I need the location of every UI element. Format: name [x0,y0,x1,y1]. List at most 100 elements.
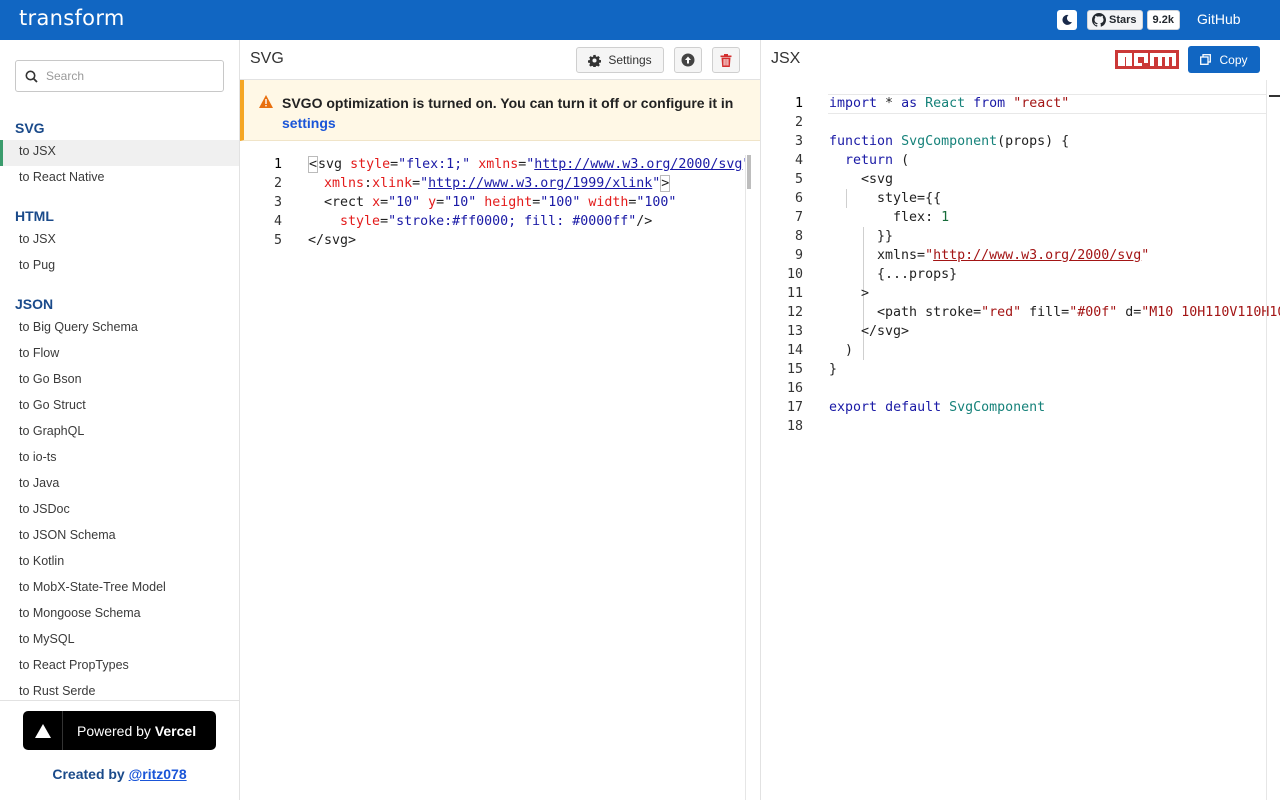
code-line: style="stroke:#ff0000; fill: #0000ff"/> [340,214,653,229]
sidebar-item-svg-to-react-native[interactable]: to React Native [0,166,239,192]
sidebar-item-json-to-mongoose-schema[interactable]: to Mongoose Schema [0,602,239,628]
code-line: </svg> [308,233,357,248]
line-number: 10 [786,267,803,282]
sidebar-item-json-to-graphql[interactable]: to GraphQL [0,420,239,446]
input-scrollbar[interactable] [745,155,760,800]
code-line: {...props} [829,267,958,282]
output-pane-title: JSX [771,50,801,67]
code-line: style={{ [829,191,942,206]
settings-label: Settings [608,53,652,67]
delete-button[interactable] [712,47,740,73]
copy-icon [1200,54,1212,65]
code-line: <svg style="flex:1;" xmlns="http://www.w… [308,156,745,173]
sidebar-item-json-to-big-query-schema[interactable]: to Big Query Schema [0,316,239,342]
trash-icon [720,53,732,67]
code-line: > [829,286,870,301]
line-number: 2 [794,115,803,130]
line-number: 14 [786,343,803,358]
input-pane-header: SVG Settings [240,40,760,80]
code-line: function SvgComponent(props) { [829,134,1070,149]
line-number: 12 [786,305,803,320]
code-line: xmlns:xlink="http://www.w3.org/1999/xlin… [324,175,671,192]
code-line: <path stroke="red" fill="#00f" d="M10 10… [829,305,1280,320]
sidebar-item-json-to-go-bson[interactable]: to Go Bson [0,368,239,394]
vercel-brand: Vercel [154,722,197,739]
line-number: 7 [794,210,803,225]
line-number: 16 [786,381,803,396]
warning-message: SVGO optimization is turned on. You can … [282,95,734,111]
jsx-output-editor[interactable]: 1 2 3 4 5 6 7 8 9 10 11 12 13 14 15 16 1… [761,94,1280,800]
warning-settings-link[interactable]: settings [282,115,336,131]
powered-by-prefix: Powered by [77,722,151,739]
powered-by-vercel-button[interactable]: Powered by Vercel [23,711,216,750]
sidebar-item-json-to-react-proptypes[interactable]: to React PropTypes [0,654,239,680]
author-link[interactable]: @ritz078 [129,766,187,782]
sidebar-nav: SVG to JSX to React Native HTML to JSX t… [0,116,239,700]
moon-icon [1062,14,1072,25]
sidebar-item-json-to-go-struct[interactable]: to Go Struct [0,394,239,420]
app-logo[interactable]: transform [19,6,125,30]
github-stars-button[interactable]: Stars [1087,10,1143,30]
code-line: } [829,362,838,377]
sidebar-item-json-to-mysql[interactable]: to MySQL [0,628,239,654]
code-line: xmlns="http://www.w3.org/2000/svg" [829,248,1150,263]
line-number: 9 [794,248,803,263]
copy-button[interactable]: Copy [1188,46,1260,73]
line-number: 1 [273,157,282,172]
top-bar: transform Stars 9.2k GitHub [0,0,1280,40]
created-by: Created by @ritz078 [0,766,239,782]
sidebar-item-html-to-jsx[interactable]: to JSX [0,228,239,254]
line-number: 2 [273,176,282,191]
search-input[interactable] [46,69,216,83]
input-pane-title: SVG [250,50,284,67]
svg-input-editor[interactable]: 1 2 3 4 5 <svg style="flex:1;" xmlns="ht… [240,155,745,800]
line-number: 13 [786,324,803,339]
gear-icon [588,54,602,67]
copy-label: Copy [1219,52,1248,67]
line-number: 15 [786,362,803,377]
code-line: import * as React from "react" [829,96,1070,111]
line-number: 8 [794,229,803,244]
sidebar-item-json-to-mobx-state-tree-model[interactable]: to MobX-State-Tree Model [0,576,239,602]
github-icon [1092,13,1106,27]
npm-icon[interactable] [1115,50,1179,69]
github-link[interactable]: GitHub [1197,11,1241,27]
sidebar-item-json-to-flow[interactable]: to Flow [0,342,239,368]
sidebar-item-svg-to-jsx[interactable]: to JSX [0,140,239,166]
sidebar-item-json-to-io-ts[interactable]: to io-ts [0,446,239,472]
github-stars[interactable]: Stars 9.2k [1087,10,1180,30]
code-line: export default SvgComponent [829,400,1046,415]
line-number: 1 [794,96,803,111]
warning-text: SVGO optimization is turned on. You can … [282,93,752,133]
search-box[interactable] [15,60,224,92]
line-number: 17 [786,400,803,415]
code-line: return ( [845,153,910,168]
section-title-json: JSON [15,296,54,312]
sidebar-item-json-to-java[interactable]: to Java [0,472,239,498]
created-by-prefix: Created by [52,766,125,782]
code-line: ) [829,343,854,358]
settings-button[interactable]: Settings [576,47,664,73]
line-number: 5 [273,233,282,248]
upload-button[interactable] [674,47,702,73]
sidebar-item-json-to-kotlin[interactable]: to Kotlin [0,550,239,576]
sidebar-item-json-to-rust-serde[interactable]: to Rust Serde [0,680,239,700]
upload-icon [681,53,695,67]
sidebar-item-html-to-pug[interactable]: to Pug [0,254,239,280]
line-number: 18 [786,419,803,434]
line-number: 4 [794,153,803,168]
sidebar-footer: Powered by Vercel Created by @ritz078 [0,700,239,800]
code-line: flex: 1 [829,210,950,225]
stars-count[interactable]: 9.2k [1146,10,1180,30]
dark-mode-toggle[interactable] [1057,10,1077,30]
line-number: 4 [273,214,282,229]
search-icon [25,70,38,83]
sidebar: SVG to JSX to React Native HTML to JSX t… [0,40,240,800]
sidebar-item-json-to-json-schema[interactable]: to JSON Schema [0,524,239,550]
output-scrollbar[interactable] [1266,80,1280,800]
powered-by-text: Powered by Vercel [77,723,196,739]
code-line: <rect x="10" y="10" height="100" width="… [308,195,677,210]
code-line: }} [829,229,894,244]
line-number: 6 [794,191,803,206]
sidebar-item-json-to-jsdoc[interactable]: to JSDoc [0,498,239,524]
